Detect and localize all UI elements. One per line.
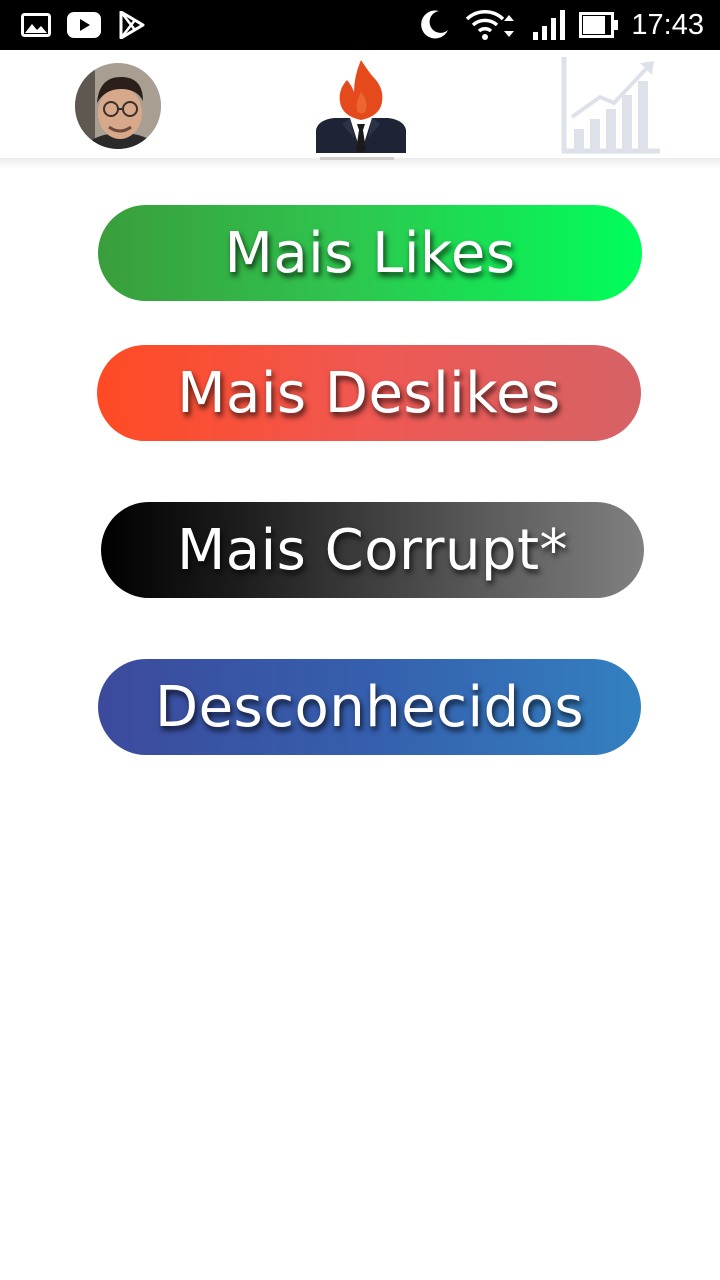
- politician-flame-logo[interactable]: [314, 58, 408, 153]
- status-bar: 17:43: [0, 0, 720, 50]
- status-time: 17:43: [631, 9, 704, 41]
- signal-icon: [531, 0, 567, 50]
- active-tab-indicator: [320, 157, 394, 160]
- unknown-button[interactable]: Desconhecidos: [98, 659, 641, 755]
- most-likes-button[interactable]: Mais Likes: [98, 205, 642, 301]
- profile-avatar[interactable]: [75, 63, 161, 149]
- battery-icon: [578, 0, 620, 50]
- gallery-icon: [20, 0, 52, 50]
- play-store-icon: [118, 0, 146, 50]
- stats-chart-icon[interactable]: [560, 55, 662, 155]
- moon-icon: [416, 0, 452, 50]
- avatar-photo: [75, 63, 161, 149]
- most-dislikes-button[interactable]: Mais Deslikes: [97, 345, 641, 441]
- youtube-icon: [67, 0, 101, 50]
- wifi-icon: [465, 0, 521, 50]
- most-corrupt-button[interactable]: Mais Corrupt*: [101, 502, 644, 598]
